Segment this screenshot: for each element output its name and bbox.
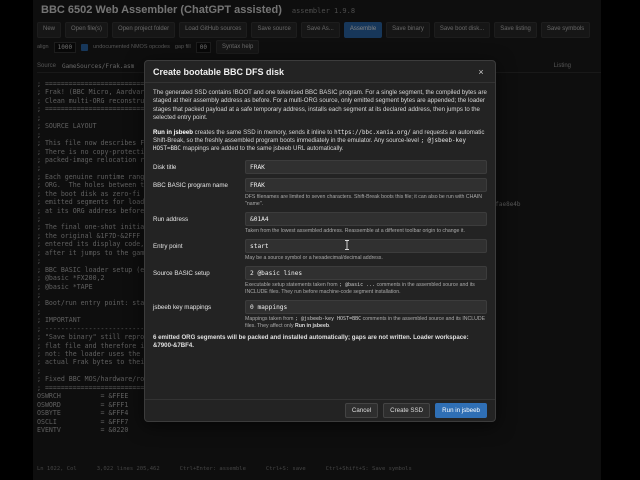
key-mappings-label: jsbeeb key mappings (153, 303, 212, 311)
run-address-input[interactable]: &01A4 (245, 211, 487, 226)
dialog-intro: The generated SSD contains !BOOT and one… (153, 89, 487, 122)
disk-title-row: Disk title FRAK (153, 159, 487, 174)
basic-setup-label: Source BASIC setup (153, 269, 210, 277)
key-mappings-value: 0 mappings (245, 299, 487, 314)
run-address-help: Taken from the lowest assembled address.… (245, 227, 465, 234)
jsbeeb-intro-c: mappings are added to the same jsbeeb UR… (180, 145, 344, 153)
run-address-label: Run address (153, 215, 189, 223)
jsbeeb-intro-bold: Run in jsbeeb (153, 128, 193, 136)
key-mappings-help-code: ; @jsbeeb-key HOST=BBC (294, 315, 362, 322)
entry-point-row: Entry point start May be a source symbol… (153, 238, 487, 262)
entry-point-help: May be a source symbol or a hexadecimal/… (245, 254, 383, 261)
boot-disk-dialog: Create bootable BBC DFS disk × The gener… (144, 60, 496, 422)
entry-point-label: Entry point (153, 242, 183, 250)
dialog-jsbeeb-intro: Run in jsbeeb creates the same SSD in me… (153, 129, 487, 154)
entry-point-input[interactable]: start (245, 238, 487, 253)
cancel-button[interactable]: Cancel (344, 403, 379, 418)
program-name-input[interactable]: FRAK (245, 177, 487, 192)
program-name-row: BBC BASIC program name FRAK DFS filename… (153, 177, 487, 208)
close-icon[interactable]: × (475, 66, 487, 78)
program-name-label: BBC BASIC program name (153, 181, 228, 189)
dialog-header: Create bootable BBC DFS disk × (145, 61, 495, 83)
dialog-footer: Cancel Create SSD Run in jsbeeb (145, 399, 495, 421)
segments-summary: 6 emitted ORG segments will be packed an… (153, 333, 469, 350)
key-mappings-help: Mappings taken from ; @jsbeeb-key HOST=B… (245, 316, 487, 330)
run-address-row: Run address &01A4 Taken from the lowest … (153, 211, 487, 235)
basic-setup-help-code: ; @basic ... (339, 281, 376, 288)
text-cursor-icon (345, 240, 349, 250)
basic-setup-help-a: Executable setup statements taken from (245, 281, 340, 288)
dialog-body: The generated SSD contains !BOOT and one… (145, 83, 495, 351)
jsbeeb-intro-a: creates the same SSD in memory, sends it… (192, 128, 335, 136)
basic-setup-help: Executable setup statements taken from ;… (245, 282, 487, 296)
disk-title-input[interactable]: FRAK (245, 159, 487, 174)
disk-title-label: Disk title (153, 163, 177, 171)
key-mappings-help-a: Mappings taken from (245, 315, 295, 322)
run-in-jsbeeb-button[interactable]: Run in jsbeeb (435, 403, 487, 418)
create-ssd-button[interactable]: Create SSD (383, 403, 431, 418)
key-mappings-row: jsbeeb key mappings 0 mappings Mappings … (153, 299, 487, 330)
dialog-title: Create bootable BBC DFS disk (153, 66, 285, 77)
jsbeeb-url: https://bbc.xania.org/ (334, 129, 411, 136)
key-mappings-help-c: . (329, 322, 331, 329)
program-name-help: DFS filenames are limited to seven chara… (245, 193, 482, 207)
key-mappings-help-bold: Run in jsbeeb (294, 322, 329, 329)
basic-setup-value: 2 @basic lines (245, 265, 487, 280)
basic-setup-row: Source BASIC setup 2 @basic lines Execut… (153, 265, 487, 296)
